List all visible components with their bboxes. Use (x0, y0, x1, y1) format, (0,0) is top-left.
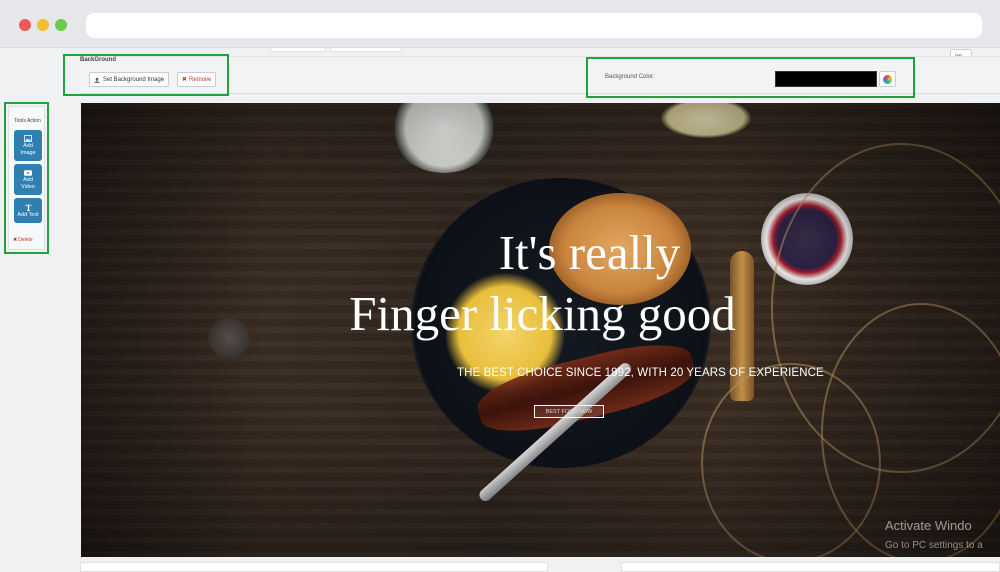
add-text-button[interactable]: Add Text (14, 198, 42, 223)
activation-watermark-title: Activate Windo (885, 518, 972, 533)
tools-panel-title: Tools Action (14, 118, 41, 124)
upload-icon (94, 77, 100, 83)
maximize-window-button[interactable] (55, 19, 67, 31)
image-icon (24, 135, 32, 142)
close-icon: ✖ (13, 237, 18, 243)
set-background-image-button[interactable]: Set Background Image (89, 72, 170, 87)
tools-panel: Tools Action Add Image Add Video Add Tex… (8, 106, 45, 250)
delete-label: Delete (18, 237, 33, 243)
color-picker-button[interactable] (879, 71, 896, 87)
video-icon (24, 169, 32, 176)
add-image-label-1: Add (23, 143, 33, 149)
add-text-label: Add Text (17, 211, 39, 218)
background-color-swatch[interactable] (775, 71, 877, 87)
text-icon (25, 204, 31, 211)
background-color-label: Background Color: (605, 74, 655, 80)
activation-watermark-subtitle: Go to PC settings to a (885, 540, 983, 551)
add-video-button[interactable]: Add Video (14, 164, 42, 195)
hero-subtitle[interactable]: THE BEST CHOICE SINCE 1992, WITH 20 YEAR… (457, 367, 824, 379)
editor-tab[interactable] (270, 48, 326, 52)
remove-label: Remove (189, 76, 212, 83)
set-background-image-label: Set Background Image (103, 76, 165, 83)
minimize-window-button[interactable] (37, 19, 49, 31)
bottom-panel (621, 562, 1000, 572)
editor-tab[interactable] (330, 48, 402, 52)
browser-chrome (0, 0, 1000, 48)
delete-button[interactable]: ✖ Delete (13, 237, 33, 243)
hero-section[interactable]: It's really Finger licking good THE BEST… (81, 103, 1000, 557)
hero-heading-line-2[interactable]: Finger licking good (81, 285, 1000, 342)
remove-background-button[interactable]: ✖ Remove (177, 72, 217, 87)
add-image-label-2: Image (20, 150, 36, 156)
color-wheel-icon (883, 74, 892, 84)
background-section-title: BackGround (80, 57, 117, 63)
hero-heading-line-1-text: It's really (498, 225, 681, 280)
add-image-button[interactable]: Add Image (14, 130, 42, 161)
hero-heading-line-1[interactable]: It's really (81, 224, 1000, 281)
address-bar[interactable] (86, 13, 982, 38)
hero-heading-line-2-text: Finger licking good (349, 286, 736, 341)
hero-cta-button[interactable]: BEST FOOD NOW (534, 405, 604, 418)
close-icon: ✖ (182, 77, 188, 83)
add-video-label-1: Add (23, 176, 33, 183)
bottom-panel (80, 562, 548, 572)
close-window-button[interactable] (19, 19, 31, 31)
add-video-label-2: Video (21, 183, 35, 190)
